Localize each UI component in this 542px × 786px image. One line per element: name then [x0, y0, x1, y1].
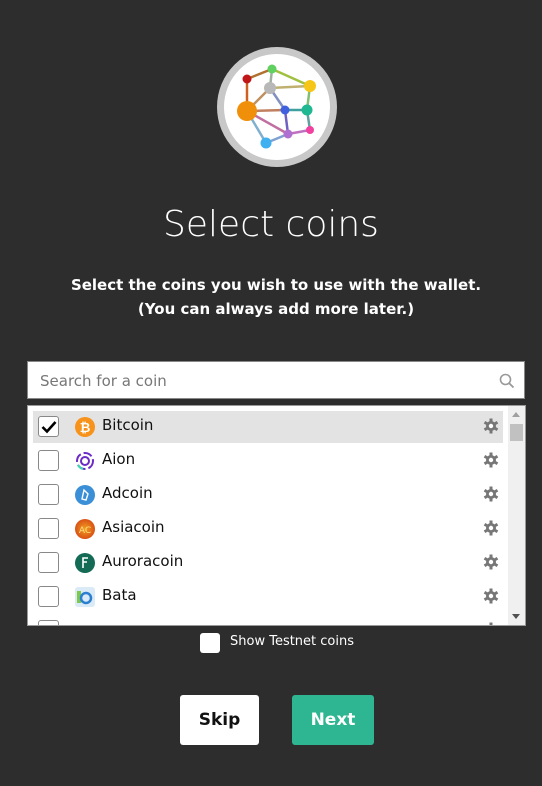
aion-icon [75, 451, 95, 471]
coin-name: Bata [102, 586, 137, 604]
scroll-up-arrow-icon[interactable] [512, 412, 520, 417]
scroll-down-arrow-icon[interactable] [512, 614, 520, 619]
checkmark-icon [41, 421, 57, 434]
bata-icon [75, 587, 95, 607]
coin-checkbox[interactable] [38, 620, 59, 625]
svg-text:AC: AC [79, 526, 91, 536]
coin-checkbox[interactable] [38, 552, 59, 573]
svg-text:₿: ₿ [80, 421, 91, 436]
page-subtitle: Select the coins you wish to use with th… [0, 273, 542, 321]
coin-row-asiacoin[interactable]: AC Asiacoin [33, 513, 503, 545]
bitcoin-icon: ₿ [75, 417, 95, 437]
scrollbar-thumb[interactable] [510, 424, 523, 441]
coin-name: Asiacoin [102, 518, 165, 536]
network-logo-icon [237, 64, 316, 149]
gear-icon[interactable] [483, 554, 499, 574]
coin-row-auroracoin[interactable]: Auroracoin [33, 547, 503, 579]
coin-checkbox[interactable] [38, 586, 59, 607]
coin-name: Auroracoin [102, 552, 184, 570]
search-icon[interactable] [499, 373, 515, 393]
gear-icon[interactable] [483, 622, 499, 625]
list-scrollbar[interactable] [508, 406, 525, 625]
coin-checkbox[interactable] [38, 518, 59, 539]
page-title: Select coins [163, 204, 379, 245]
auroracoin-icon [75, 553, 95, 573]
testnet-checkbox[interactable] [200, 633, 220, 653]
subtitle-line-2: (You can always add more later.) [137, 300, 415, 318]
gear-icon[interactable] [483, 418, 499, 438]
gear-icon[interactable] [483, 486, 499, 506]
app-logo [217, 47, 337, 167]
coin-row-bata[interactable]: Bata [33, 581, 503, 613]
coin-row-partial[interactable] [33, 615, 503, 625]
search-box[interactable] [27, 361, 525, 399]
subtitle-line-1: Select the coins you wish to use with th… [70, 276, 482, 294]
asiacoin-icon: AC [75, 519, 95, 539]
coin-list[interactable]: ₿ Bitcoin Aion Adcoin AC Asiacoin Aurora… [27, 405, 526, 626]
search-input[interactable] [38, 371, 482, 391]
gear-icon[interactable] [483, 588, 499, 608]
coin-checkbox[interactable] [38, 450, 59, 471]
coin-checkbox[interactable] [38, 416, 59, 437]
coin-row-adcoin[interactable]: Adcoin [33, 479, 503, 511]
coin-row-bitcoin[interactable]: ₿ Bitcoin [33, 411, 503, 443]
coin-row-aion[interactable]: Aion [33, 445, 503, 477]
adcoin-icon [75, 485, 95, 505]
gear-icon[interactable] [483, 452, 499, 472]
testnet-label: Show Testnet coins [230, 634, 355, 649]
gear-icon[interactable] [483, 520, 499, 540]
skip-button[interactable]: Skip [180, 695, 259, 745]
coin-name: Adcoin [102, 484, 153, 502]
coin-name: Bitcoin [102, 416, 154, 434]
coin-checkbox[interactable] [38, 484, 59, 505]
coin-name: Aion [102, 450, 136, 468]
next-button[interactable]: Next [292, 695, 374, 745]
